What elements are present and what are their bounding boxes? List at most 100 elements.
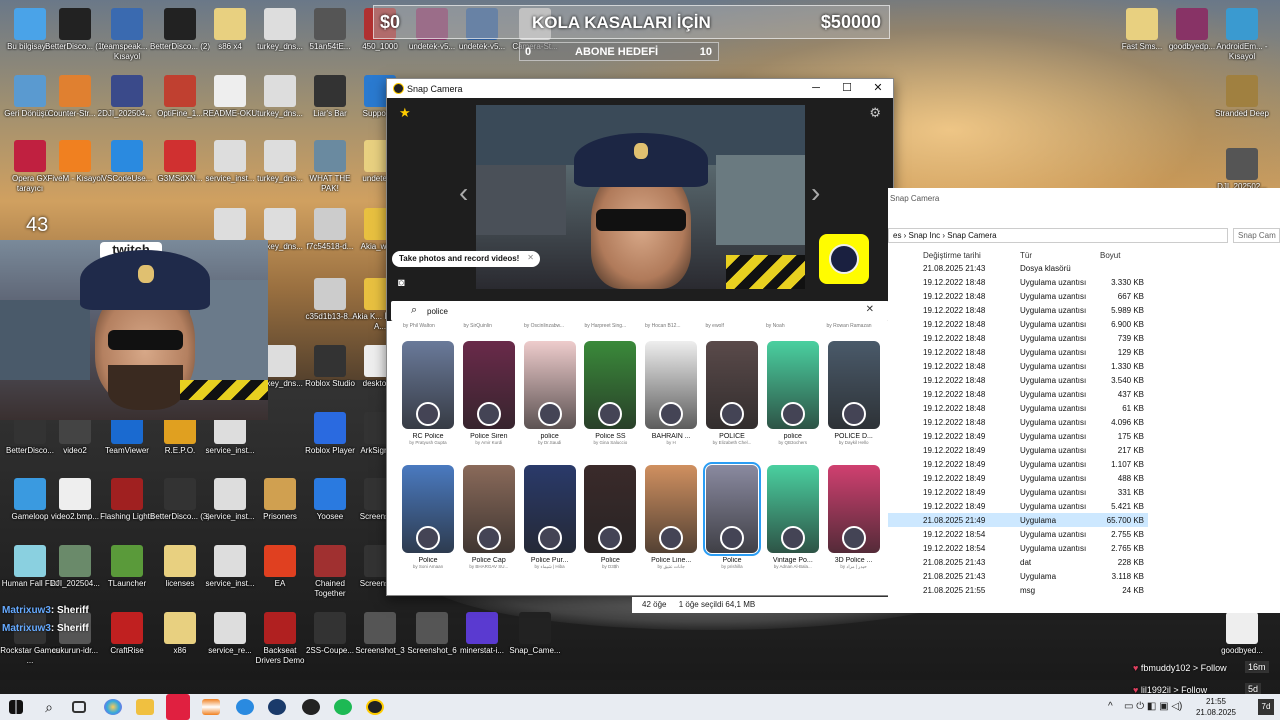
snap-camera-taskbar-icon[interactable]	[366, 699, 384, 715]
file-row[interactable]: 19.12.2022 18:48 Uygulama uzantısı 4.096 K…	[888, 415, 1148, 429]
file-row[interactable]: 21.08.2025 21:55 msg 24 KB	[888, 583, 1148, 597]
edge-icon[interactable]	[236, 699, 254, 715]
lens-card[interactable]: Police SS by Gina Saluccio	[583, 341, 637, 461]
desktop-icon[interactable]: BetterDisco... (1)	[45, 8, 105, 52]
snapcode[interactable]	[819, 234, 869, 284]
lens-card[interactable]: police by QB3ochers	[766, 341, 820, 461]
desktop-icon[interactable]: Stranded Deep	[1212, 75, 1272, 119]
desktop-icon[interactable]: Snap_Came...	[505, 612, 565, 656]
file-row[interactable]: 21.08.2025 21:49 Uygulama 65.700 KB	[888, 513, 1148, 527]
creator-avatar	[780, 526, 805, 550]
copilot-icon[interactable]	[104, 699, 122, 715]
address-bar[interactable]: es › Snap Inc › Snap Camera	[888, 228, 1228, 243]
desktop-icon[interactable]: VSCodeUse...	[97, 140, 157, 184]
file-row[interactable]: 19.12.2022 18:48 Uygulama uzantısı 6.900 K…	[888, 317, 1148, 331]
steam-icon[interactable]	[268, 699, 286, 715]
file-row[interactable]: 19.12.2022 18:49 Uygulama uzantısı 331 KB	[888, 485, 1148, 499]
lens-search-input[interactable]	[427, 304, 827, 318]
file-row[interactable]: 19.12.2022 18:49 Uygulama uzantısı 1.107 K…	[888, 457, 1148, 471]
lens-card[interactable]: police by Dr.Saudi	[523, 341, 577, 461]
file-row[interactable]: 19.12.2022 18:48 Uygulama uzantısı 5.989 K…	[888, 303, 1148, 317]
notification-center-icon[interactable]: 7d	[1258, 699, 1274, 715]
tooltip-close-icon[interactable]: ✕	[527, 253, 534, 262]
lens-card[interactable]: Police Cap by BHARGAV SU...	[462, 465, 516, 585]
desktop-icon[interactable]: AndroidEm... - Kısayol	[1212, 8, 1272, 62]
desktop-icon[interactable]: minerstat-i...	[452, 612, 512, 656]
desktop-icon[interactable]: Counter-Str... 2	[45, 75, 105, 119]
desktop-icon[interactable]: goodbyed...	[1212, 612, 1272, 656]
lens-card[interactable]: Police by D3$h	[583, 465, 637, 585]
system-clock[interactable]: 21:55 21.08.2025	[1196, 696, 1236, 718]
vlc-icon[interactable]	[202, 699, 220, 715]
file-row[interactable]: 19.12.2022 18:49 Uygulama uzantısı 217 KB	[888, 443, 1148, 457]
app-icon[interactable]	[302, 699, 320, 715]
explorer-status-bar: 42 öğe 1 öğe seçildi 64,1 MB	[632, 597, 888, 613]
minimize-button[interactable]: ─	[801, 80, 831, 97]
lens-card[interactable]: Police Line... by جانات عتيق	[644, 465, 698, 585]
desktop-icon[interactable]: Screenshot_3	[350, 612, 410, 656]
desktop-icon[interactable]: cukurun-idr...	[45, 612, 105, 656]
file-type: Uygulama uzantısı	[1020, 292, 1087, 301]
desktop-icon[interactable]: video2.bmp...	[45, 478, 105, 522]
search-icon[interactable]: ⌕	[40, 699, 58, 715]
file-row[interactable]: 19.12.2022 18:49 Uygulama uzantısı 5.421 K…	[888, 499, 1148, 513]
favorites-star-icon[interactable]: ★	[399, 105, 411, 121]
desktop-icon[interactable]: teamspeak... - Kısayol	[97, 8, 157, 62]
clear-search-icon[interactable]: ✕	[866, 304, 874, 315]
lens-card[interactable]: RC Police by Pratyush Gupta	[401, 341, 455, 461]
start-windows-icon[interactable]	[9, 700, 23, 714]
file-row[interactable]: 21.08.2025 21:43 Dosya klasörü	[888, 261, 1148, 275]
tray-overflow-icon[interactable]: ^	[1108, 701, 1113, 712]
tray-icons[interactable]: ▭ ⏻ ◧ ▣ ◁)	[1124, 701, 1182, 712]
file-row[interactable]: 19.12.2022 18:48 Uygulama uzantısı 3.330 K…	[888, 275, 1148, 289]
file-type: Uygulama uzantısı	[1020, 418, 1087, 427]
column-header-date[interactable]: Değiştirme tarihi	[923, 251, 981, 260]
snap-titlebar[interactable]: Snap Camera ─ ☐ ✕	[387, 79, 893, 98]
lens-card[interactable]: POLICE D... by Daykil Hello	[827, 341, 881, 461]
maximize-button[interactable]: ☐	[832, 80, 862, 97]
lens-card[interactable]: POLICE by Elizabeth Chel...	[705, 341, 759, 461]
file-row[interactable]: 19.12.2022 18:48 Uygulama uzantısı 667 KB	[888, 289, 1148, 303]
desktop-icon[interactable]: Flashing Lights	[97, 478, 157, 522]
close-button[interactable]: ✕	[863, 80, 893, 97]
desktop-icon[interactable]: FiveM - Kısayol	[45, 140, 105, 184]
file-row[interactable]: 19.12.2022 18:49 Uygulama uzantısı 488 KB	[888, 471, 1148, 485]
file-row[interactable]: 19.12.2022 18:48 Uygulama uzantısı 739 KB	[888, 331, 1148, 345]
file-row[interactable]: 19.12.2022 18:54 Uygulama uzantısı 2.755 K…	[888, 527, 1148, 541]
desktop-icon[interactable]: CraftRise	[97, 612, 157, 656]
lens-card[interactable]: Police Siren by Amir Kurdi	[462, 341, 516, 461]
file-row[interactable]: 19.12.2022 18:54 Uygulama uzantısı 2.765 K…	[888, 541, 1148, 555]
column-header-type[interactable]: Tür	[1020, 251, 1032, 260]
file-row[interactable]: 19.12.2022 18:48 Uygulama uzantısı 437 KB	[888, 387, 1148, 401]
file-row[interactable]: 19.12.2022 18:48 Uygulama uzantısı 129 KB	[888, 345, 1148, 359]
camera-icon[interactable]: ◙	[398, 277, 405, 289]
lens-card[interactable]: Police Pur... by شيماء | Hiba	[523, 465, 577, 585]
opera-gx-icon[interactable]	[166, 694, 190, 720]
desktop-icon[interactable]: DJI_202504...	[45, 545, 105, 589]
file-row[interactable]: 19.12.2022 18:48 Uygulama uzantısı 1.330 K…	[888, 359, 1148, 373]
lens-card[interactable]: Police by Soni Amaan	[401, 465, 455, 585]
desktop-icon[interactable]: TLauncher	[97, 545, 157, 589]
task-view-icon[interactable]	[72, 701, 86, 713]
file-row[interactable]: 21.08.2025 21:43 Uygulama 3.118 KB	[888, 569, 1148, 583]
next-lens-arrow[interactable]: ›	[811, 179, 820, 207]
prev-lens-arrow[interactable]: ‹	[459, 179, 468, 207]
file-row[interactable]: 19.12.2022 18:48 Uygulama uzantısı 3.540 K…	[888, 373, 1148, 387]
settings-gear-icon[interactable]: ⚙	[869, 105, 881, 121]
chat-username: Matrixuw3	[2, 623, 51, 634]
file-row[interactable]: 19.12.2022 18:49 Uygulama uzantısı 175 KB	[888, 429, 1148, 443]
file-row[interactable]: 19.12.2022 18:48 Uygulama uzantısı 61 KB	[888, 401, 1148, 415]
desktop-icon[interactable]: DJI_202502...	[1212, 148, 1272, 192]
creator-avatar	[537, 526, 562, 550]
file-date: 21.08.2025 21:43	[923, 264, 986, 273]
column-header-size[interactable]: Boyut	[1100, 251, 1120, 260]
lens-card[interactable]: Police by prishilla	[703, 462, 761, 585]
file-row[interactable]: 21.08.2025 21:43 dat 228 KB	[888, 555, 1148, 569]
lens-card[interactable]: 3D Police ... by حيدر | مراد	[827, 465, 881, 585]
file-explorer-icon[interactable]	[136, 699, 154, 715]
lens-card[interactable]: Vintage Po... by Adnan Al-Bala...	[766, 465, 820, 585]
desktop-icon[interactable]: DJI_202504...	[97, 75, 157, 119]
explorer-search-input[interactable]: Snap Cam	[1233, 228, 1280, 243]
spotify-icon[interactable]	[334, 699, 352, 715]
lens-card[interactable]: BAHRAIN ... by H	[644, 341, 698, 461]
